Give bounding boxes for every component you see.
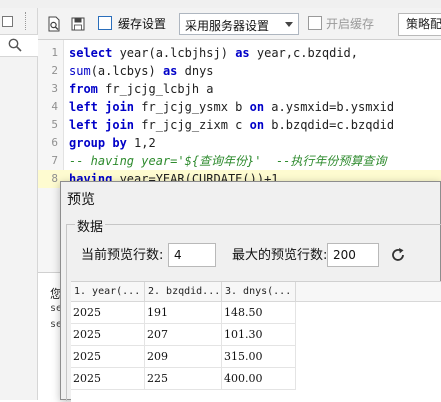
data-group: 数据 当前预览行数: 4 最大的预览行数: 200 1. year(... 2.…: [66, 216, 441, 402]
panel-toggle-icon[interactable]: [2, 16, 13, 27]
table-row[interactable]: 2025 191 148.50: [71, 302, 296, 324]
current-rows-input[interactable]: 4: [168, 243, 216, 267]
line-number: 7: [51, 154, 58, 167]
strategy-config-button[interactable]: 策略配: [398, 13, 441, 36]
splitter-handle[interactable]: [25, 12, 27, 30]
code-token: 1,2: [126, 136, 156, 150]
code-token: left join: [69, 100, 135, 114]
line-number: 8: [51, 172, 58, 185]
code-token: select: [69, 46, 113, 60]
table-row[interactable]: 2025 209 315.00: [71, 346, 296, 368]
line-number: 4: [51, 100, 58, 113]
app-window: 缓存设置 采用服务器设置 开启缓存 策略配 1 select year(a.lcb…: [0, 0, 441, 402]
code-token: group by: [69, 136, 127, 150]
line-number: 5: [51, 118, 58, 131]
code-token: dnys: [177, 64, 214, 78]
search-icon[interactable]: [8, 38, 22, 52]
chevron-down-icon: [285, 22, 293, 27]
code-text: select year(a.lcbjhsj) as year,c.bzqdid,: [69, 44, 358, 62]
cache-mode-value: 采用服务器设置: [185, 19, 270, 33]
max-rows-input[interactable]: 200: [327, 243, 379, 267]
code-token: fr_jcjg_ysmx b: [134, 100, 250, 114]
left-panel-header: [0, 8, 38, 35]
code-token: on: [249, 118, 265, 132]
code-line[interactable]: 3 from fr_jcjg_lcbjh a: [38, 80, 441, 98]
code-token: -- having year='${查询年份}' --执行年份预算查询: [69, 154, 387, 168]
table-cell: 400.00: [222, 368, 296, 390]
code-token: year,c.bzqdid,: [249, 46, 359, 60]
table-row[interactable]: 2025 225 400.00: [71, 368, 296, 390]
table-cell: 101.30: [222, 324, 296, 346]
table-cell: 225: [145, 368, 222, 390]
code-line[interactable]: 7 -- having year='${查询年份}' --执行年份预算查询: [38, 152, 441, 170]
cache-mode-select[interactable]: 采用服务器设置: [179, 13, 299, 35]
code-token: left join: [69, 118, 135, 132]
table-cell: 2025: [71, 302, 145, 324]
column-header[interactable]: 3. dnys(...: [222, 282, 296, 302]
table-cell: 148.50: [222, 302, 296, 324]
current-rows-label: 当前预览行数:: [81, 248, 164, 263]
code-token: b.bzqdid=c.bzqdid: [264, 118, 395, 132]
code-token: from: [69, 82, 98, 96]
line-number: 2: [51, 64, 58, 77]
code-line[interactable]: 2 sum(a.lcbys) as dnys: [38, 62, 441, 80]
table-cell: 315.00: [222, 346, 296, 368]
column-header[interactable]: 1. year(...: [71, 282, 145, 302]
preview-icon[interactable]: [46, 16, 62, 32]
table-cell: 191: [145, 302, 222, 324]
code-text: sum(a.lcbys) as dnys: [69, 62, 214, 80]
refresh-icon[interactable]: [389, 246, 407, 264]
line-number: 6: [51, 136, 58, 149]
toolbar: 缓存设置 采用服务器设置 开启缓存 策略配: [38, 8, 441, 40]
dialog-title: 预览: [67, 192, 95, 208]
left-search-box[interactable]: [0, 35, 38, 57]
code-token: fr_jcjg_lcbjh a: [97, 82, 214, 96]
save-icon[interactable]: [70, 16, 86, 32]
code-line[interactable]: 5 left join fr_jcjg_zixm c on b.bzqdid=c.…: [38, 116, 441, 134]
group-title: 数据: [75, 216, 106, 235]
cache-settings-checkbox[interactable]: [98, 16, 112, 30]
table-cell: 209: [145, 346, 222, 368]
code-token: on: [249, 100, 265, 114]
code-text: -- having year='${查询年份}' --执行年份预算查询: [69, 152, 386, 170]
table-row[interactable]: 2025 207 101.30: [71, 324, 296, 346]
column-header[interactable]: 2. bzqdid...: [145, 282, 222, 302]
enable-cache-checkbox[interactable]: [308, 16, 322, 30]
table-cell: 2025: [71, 324, 145, 346]
code-token: as: [235, 46, 250, 60]
line-number: 1: [51, 46, 58, 59]
table-cell: 2025: [71, 368, 145, 390]
table-cell: 207: [145, 324, 222, 346]
code-text: left join fr_jcjg_ysmx b on a.ysmxid=b.y…: [69, 98, 394, 116]
code-line[interactable]: 1 select year(a.lcbjhsj) as year,c.bzqdid…: [38, 44, 441, 62]
code-text: left join fr_jcjg_zixm c on b.bzqdid=c.b…: [69, 116, 394, 134]
code-text: group by 1,2: [69, 134, 156, 152]
code-line[interactable]: 4 left join fr_jcjg_ysmx b on a.ysmxid=b.…: [38, 98, 441, 116]
cache-settings-label: 缓存设置: [118, 17, 167, 31]
table-header: 1. year(... 2. bzqdid... 3. dnys(...: [71, 282, 441, 302]
code-token: (a.lcbys): [90, 64, 163, 78]
preview-table[interactable]: 1. year(... 2. bzqdid... 3. dnys(... 202…: [71, 281, 441, 402]
max-rows-label: 最大的预览行数:: [232, 248, 328, 263]
table-cell: 2025: [71, 346, 145, 368]
enable-cache-label: 开启缓存: [326, 17, 375, 31]
code-token: fr_jcjg_zixm c: [134, 118, 250, 132]
line-number: 3: [51, 82, 58, 95]
left-panel: [0, 8, 38, 400]
code-token: as: [162, 64, 178, 78]
code-text: from fr_jcjg_lcbjh a: [69, 80, 214, 98]
code-line[interactable]: 6 group by 1,2: [38, 134, 441, 152]
code-token: year(a.lcbjhsj): [112, 46, 236, 60]
code-token: a.ysmxid=b.ysmxid: [264, 100, 395, 114]
preview-dialog: 预览 数据 当前预览行数: 4 最大的预览行数: 200 1. year(...…: [60, 181, 441, 402]
code-token: sum: [69, 64, 91, 78]
